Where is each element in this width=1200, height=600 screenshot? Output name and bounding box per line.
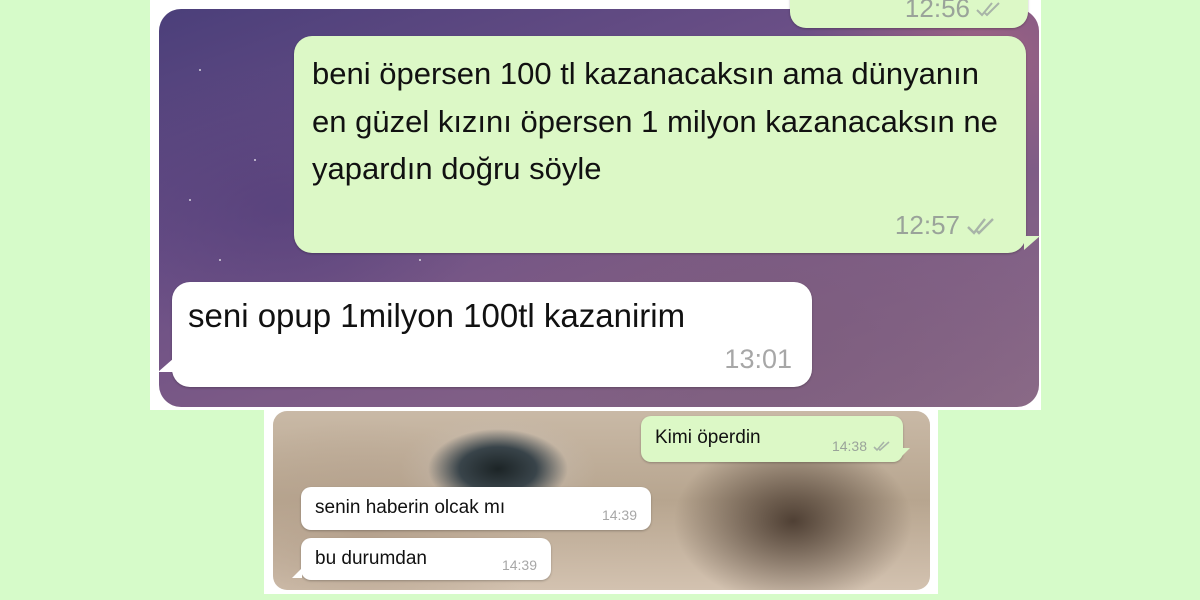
message-time: 12:57 [894, 210, 960, 240]
message-bubble-incoming[interactable]: bu durumdan 14:39 [301, 538, 551, 580]
message-time: 14:38 [831, 438, 867, 454]
double-check-icon [873, 441, 890, 452]
bubble-tail-incoming [292, 568, 302, 578]
message-time: 12:56 [904, 0, 970, 23]
message-meta: 12:57 [895, 210, 996, 241]
message-text: beni öpersen 100 tl kazanacaksın ama dün… [312, 56, 998, 186]
bubble-tail-incoming [158, 358, 174, 372]
message-bubble-incoming[interactable]: seni opup 1milyon 100tl kazanirim 13:01 [172, 282, 812, 387]
message-time: 14:39 [601, 507, 637, 523]
message-text: senin haberin olcak mı [315, 497, 506, 518]
message-bubble-outgoing[interactable]: Kimi öperdin 14:38 [641, 416, 903, 462]
message-text: bu durumdan [315, 548, 427, 569]
bubble-tail-outgoing [900, 448, 910, 458]
message-meta: 14:39 [502, 557, 537, 573]
bubble-tail-outgoing [1024, 236, 1040, 250]
message-bubble-outgoing[interactable]: beni öpersen 100 tl kazanacaksın ama dün… [294, 36, 1026, 253]
double-check-icon [976, 1, 1000, 16]
message-text: Kimi öperdin [655, 427, 761, 448]
message-meta: 14:38 [832, 438, 891, 454]
message-time: 13:01 [724, 344, 792, 374]
message-text: seni opup 1milyon 100tl kazanirim [188, 297, 686, 334]
message-meta: 13:01 [724, 344, 792, 375]
message-meta: 12:56 [905, 0, 1002, 24]
message-meta: 14:39 [602, 507, 637, 523]
message-bubble-incoming[interactable]: senin haberin olcak mı 14:39 [301, 487, 651, 530]
message-time: 14:39 [501, 557, 537, 573]
message-bubble-outgoing[interactable]: 12:56 [790, 0, 1028, 28]
double-check-icon [967, 217, 994, 235]
